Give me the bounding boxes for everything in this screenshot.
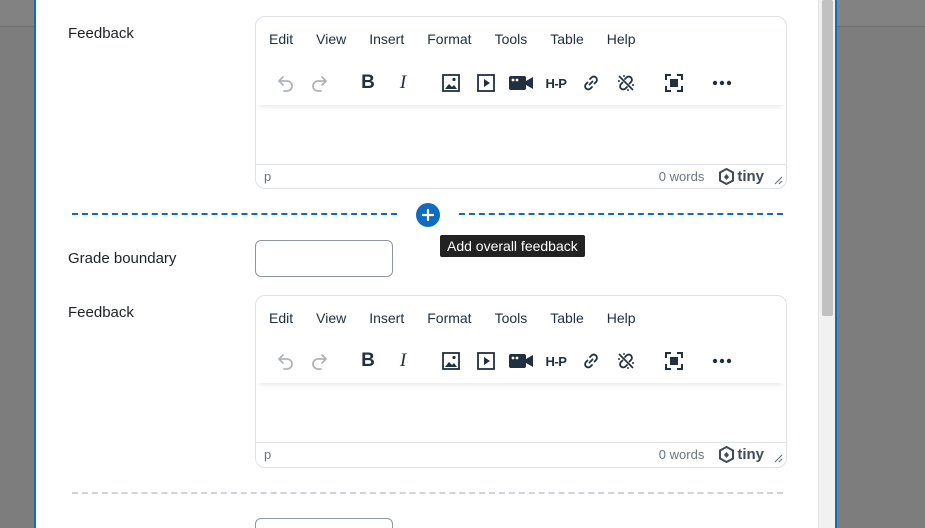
menu-table[interactable]: Table [541,27,587,51]
menu-tools[interactable]: Tools [486,27,532,51]
menu-format[interactable]: Format [418,306,475,330]
tiny-brand-text: tiny [737,446,764,463]
tiny-logo[interactable]: tiny [718,446,764,463]
editor-menubar: Edit View Insert Format Tools Table Help [256,296,786,339]
media-icon[interactable] [469,67,503,99]
feedback-label-1: Feedback [68,25,134,42]
bold-icon[interactable]: B [351,345,385,377]
resize-handle-icon[interactable] [774,176,783,185]
image-icon[interactable] [434,67,468,99]
link-icon[interactable] [574,345,608,377]
tiny-logo-icon [719,168,735,185]
redo-icon[interactable] [303,67,337,99]
section-divider-left [72,213,397,215]
tiny-logo[interactable]: tiny [718,168,764,185]
fullscreen-icon[interactable] [657,67,691,99]
section-divider-lower [72,492,783,494]
undo-icon[interactable] [268,345,302,377]
h5p-glyph: H-P [545,353,567,369]
unlink-icon[interactable] [609,345,643,377]
editor-content[interactable] [256,383,786,442]
h5p-icon[interactable]: H-P [539,67,573,99]
more-icon[interactable] [705,67,739,99]
italic-glyph: I [399,72,407,93]
element-path[interactable]: p [264,169,659,184]
editor-toolbar: B I H-P [256,61,786,105]
video-camera-icon[interactable] [504,345,538,377]
menu-format[interactable]: Format [418,27,475,51]
menu-insert[interactable]: Insert [360,27,408,51]
editor-content[interactable] [256,105,786,164]
unlink-icon[interactable] [609,67,643,99]
resize-handle-icon[interactable] [774,454,783,463]
modal-scrollbar[interactable] [818,0,835,528]
grade-boundary-input[interactable] [255,240,393,277]
more-icon[interactable] [705,345,739,377]
feedback-label-2: Feedback [68,304,134,321]
bold-glyph: B [361,72,375,93]
editor-statusbar: p 0 words tiny [256,164,786,188]
bold-glyph: B [361,350,375,371]
redo-icon[interactable] [303,345,337,377]
grade-boundary-input-next[interactable] [255,518,393,528]
editor-menubar: Edit View Insert Format Tools Table Help [256,17,786,61]
grade-boundary-label: Grade boundary [68,250,177,267]
menu-view[interactable]: View [307,27,350,51]
link-icon[interactable] [574,67,608,99]
section-divider-right [459,213,783,215]
menu-edit[interactable]: Edit [260,306,297,330]
bold-icon[interactable]: B [351,67,385,99]
h5p-icon[interactable]: H-P [539,345,573,377]
image-icon[interactable] [434,345,468,377]
add-feedback-tooltip: Add overall feedback [440,235,585,257]
fullscreen-icon[interactable] [657,345,691,377]
menu-edit[interactable]: Edit [260,27,297,51]
add-feedback-button[interactable] [416,203,440,227]
word-count[interactable]: 0 words [659,169,705,184]
menu-help[interactable]: Help [598,27,640,51]
menu-insert[interactable]: Insert [360,306,408,330]
tiny-logo-icon [719,446,735,463]
editor-toolbar: B I H-P [256,339,786,383]
menu-help[interactable]: Help [598,306,640,330]
element-path[interactable]: p [264,447,659,462]
italic-glyph: I [399,350,407,371]
editor-statusbar: p 0 words tiny [256,442,786,466]
scrollbar-thumb[interactable] [822,0,833,316]
feedback-editor-1: Edit View Insert Format Tools Table Help… [255,16,787,189]
h5p-glyph: H-P [545,75,567,91]
media-icon[interactable] [469,345,503,377]
tiny-brand-text: tiny [737,168,764,185]
undo-icon[interactable] [268,67,302,99]
menu-table[interactable]: Table [541,306,587,330]
italic-icon[interactable]: I [386,345,420,377]
video-camera-icon[interactable] [504,67,538,99]
menu-tools[interactable]: Tools [486,306,532,330]
feedback-editor-2: Edit View Insert Format Tools Table Help… [255,295,787,468]
menu-view[interactable]: View [307,306,350,330]
italic-icon[interactable]: I [386,67,420,99]
plus-icon [422,209,434,221]
word-count[interactable]: 0 words [659,447,705,462]
